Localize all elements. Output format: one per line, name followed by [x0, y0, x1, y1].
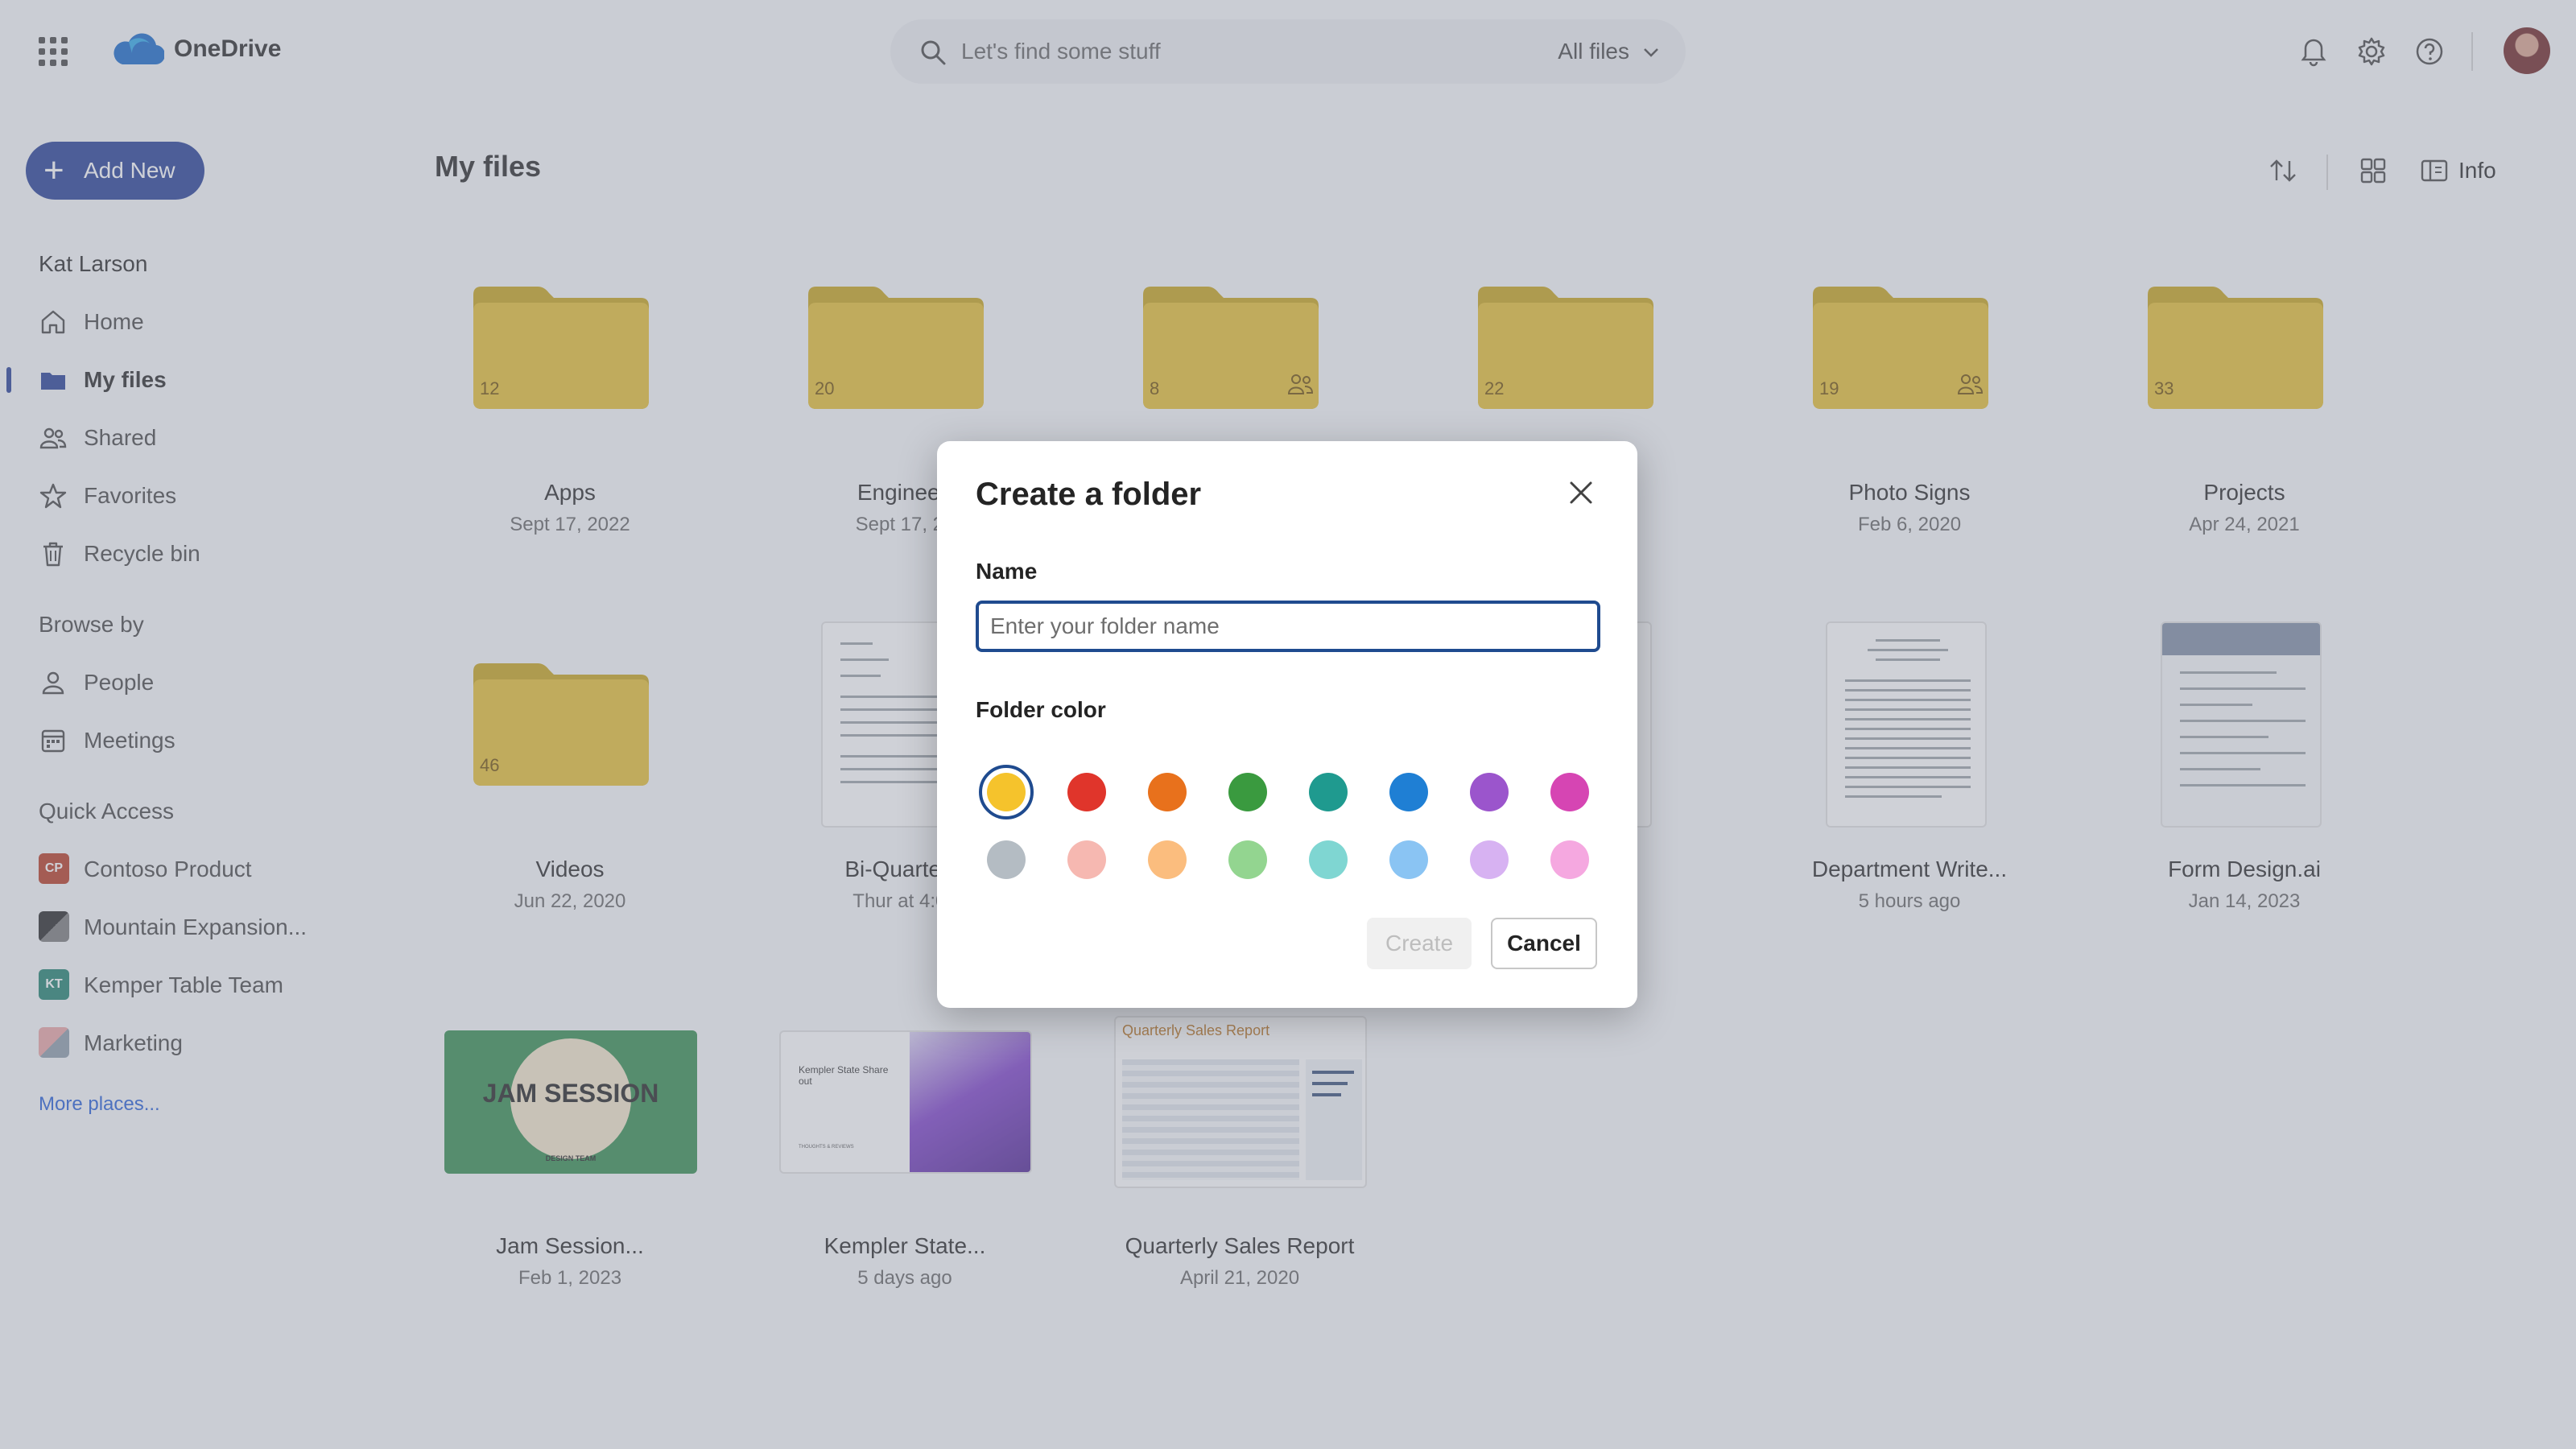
cancel-button[interactable]: Cancel	[1491, 918, 1597, 969]
create-folder-dialog: Create a folder Name Folder color Create…	[937, 441, 1637, 1008]
dialog-title: Create a folder	[976, 477, 1202, 512]
folder-color-label: Folder color	[976, 697, 1106, 722]
color-swatch[interactable]	[979, 765, 1034, 819]
name-label: Name	[976, 559, 1038, 584]
folder-name-input[interactable]	[976, 601, 1600, 652]
color-swatch[interactable]	[1067, 840, 1106, 879]
color-swatch[interactable]	[1228, 773, 1267, 811]
color-swatch[interactable]	[1148, 773, 1187, 811]
color-swatch[interactable]	[1309, 773, 1348, 811]
color-swatch[interactable]	[987, 840, 1026, 879]
color-swatch[interactable]	[1228, 840, 1267, 879]
color-swatch[interactable]	[1470, 773, 1509, 811]
color-swatch[interactable]	[1389, 773, 1428, 811]
close-icon[interactable]	[1565, 477, 1597, 509]
color-swatch[interactable]	[1148, 840, 1187, 879]
color-swatch[interactable]	[1389, 840, 1428, 879]
color-swatch[interactable]	[1309, 840, 1348, 879]
create-button[interactable]: Create	[1367, 918, 1472, 969]
color-swatch[interactable]	[1470, 840, 1509, 879]
color-swatch[interactable]	[1067, 773, 1106, 811]
color-swatch[interactable]	[1550, 773, 1589, 811]
color-swatch[interactable]	[1550, 840, 1589, 879]
